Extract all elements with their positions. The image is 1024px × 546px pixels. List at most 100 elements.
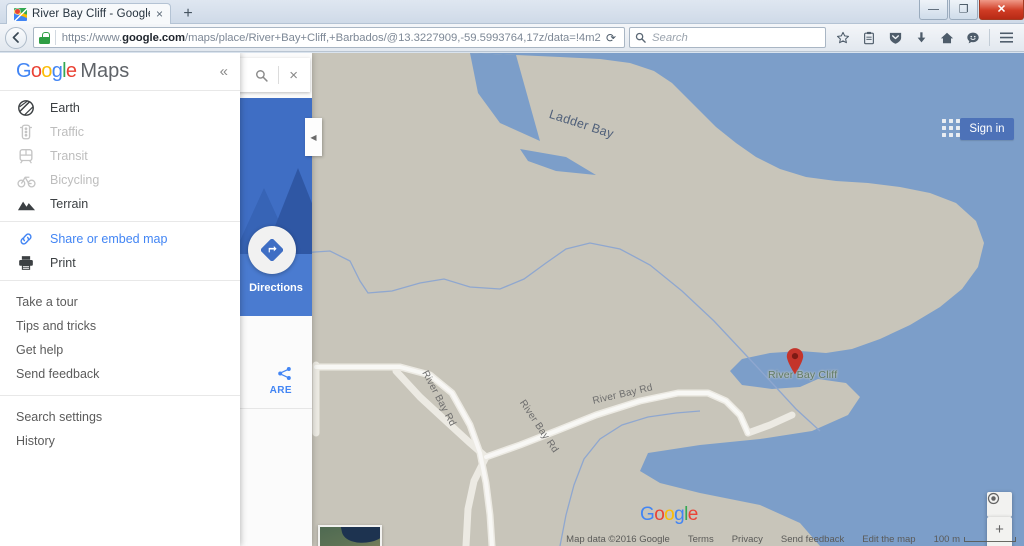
navigation-toolbar: https://www.google.com/maps/place/River+… bbox=[0, 24, 1024, 52]
menu-item-label: Print bbox=[50, 256, 76, 270]
transit-train-icon bbox=[16, 146, 36, 166]
toolbar-icons bbox=[830, 27, 1019, 49]
browser-search-box[interactable]: Search bbox=[629, 27, 826, 48]
footer-terms[interactable]: Terms bbox=[688, 534, 714, 545]
menu-group-layers: Earth Traffic Transit Bicycling Terrain bbox=[0, 91, 240, 222]
menu-item-label: Share or embed map bbox=[50, 232, 168, 246]
url-domain: google.com bbox=[122, 31, 185, 44]
scale-value: 100 m bbox=[933, 534, 960, 545]
menu-header: Google Maps « bbox=[0, 53, 240, 91]
menu-item-terrain[interactable]: Terrain bbox=[0, 192, 240, 216]
footer-privacy[interactable]: Privacy bbox=[732, 534, 763, 545]
minimize-icon: — bbox=[928, 3, 939, 15]
browser-tab[interactable]: River Bay Cliff - Google Ma... × bbox=[6, 3, 172, 24]
share-label: ARE bbox=[269, 384, 292, 396]
google-maps-logo: Google Maps bbox=[16, 60, 130, 82]
menu-item-get-help[interactable]: Get help bbox=[0, 338, 240, 362]
search-icon[interactable] bbox=[255, 69, 268, 82]
tab-title: River Bay Cliff - Google Ma... bbox=[32, 8, 150, 20]
menu-group-actions: Share or embed map Print bbox=[0, 222, 240, 281]
map-scale-bar: 100 m bbox=[934, 534, 1016, 545]
scale-line bbox=[964, 537, 1016, 542]
directions-icon bbox=[261, 239, 283, 261]
menu-hamburger-icon[interactable] bbox=[993, 27, 1019, 49]
google-maps-favicon-icon bbox=[14, 7, 27, 21]
back-button[interactable] bbox=[5, 26, 27, 49]
place-hero-image: Directions bbox=[240, 98, 312, 316]
link-chain-icon bbox=[16, 229, 36, 249]
map-marker-river-bay-cliff[interactable] bbox=[786, 347, 804, 375]
reading-list-icon[interactable] bbox=[856, 27, 882, 49]
browser-window: River Bay Cliff - Google Ma... × + — ❐ ✕… bbox=[0, 0, 1024, 546]
new-tab-button[interactable]: + bbox=[177, 4, 199, 24]
share-icon bbox=[278, 366, 291, 380]
sign-in-button[interactable]: Sign in bbox=[960, 118, 1014, 140]
menu-item-search-settings[interactable]: Search settings bbox=[0, 405, 240, 429]
collapse-panel-button[interactable]: ◀ bbox=[305, 118, 322, 156]
footer-edit-the-map[interactable]: Edit the map bbox=[862, 534, 915, 545]
feedback-smiley-icon[interactable] bbox=[960, 27, 986, 49]
place-details-panel[interactable]: × Directions ARE bbox=[240, 53, 312, 546]
menu-item-take-a-tour[interactable]: Take a tour bbox=[0, 290, 240, 314]
menu-group-settings: Search settings History bbox=[0, 396, 240, 462]
window-controls: — ❐ ✕ bbox=[918, 0, 1024, 21]
printer-icon bbox=[16, 253, 36, 273]
page-content: Ladder Bay River Bay Rd River Bay Rd Riv… bbox=[0, 53, 1024, 546]
search-placeholder: Search bbox=[652, 31, 688, 44]
bookmark-star-icon[interactable] bbox=[830, 27, 856, 49]
menu-item-tips-and-tricks[interactable]: Tips and tricks bbox=[0, 314, 240, 338]
menu-item-label: Traffic bbox=[50, 125, 85, 139]
locate-icon bbox=[987, 492, 1012, 517]
menu-item-label: Earth bbox=[50, 101, 80, 115]
menu-item-traffic[interactable]: Traffic bbox=[0, 120, 240, 144]
maps-main-menu: Google Maps « Earth Traffic Transit Bicy… bbox=[0, 53, 240, 546]
menu-item-label: Bicycling bbox=[50, 173, 100, 187]
menu-group-help: Take a tour Tips and tricks Get help Sen… bbox=[0, 281, 240, 396]
maximize-icon: ❐ bbox=[958, 3, 969, 15]
menu-item-label: Terrain bbox=[50, 197, 89, 211]
place-search-header: × bbox=[240, 58, 310, 92]
close-window-icon: ✕ bbox=[996, 3, 1007, 15]
close-window-button[interactable]: ✕ bbox=[979, 0, 1024, 20]
maximize-button[interactable]: ❐ bbox=[949, 0, 978, 20]
header-divider bbox=[278, 66, 280, 84]
directions-button[interactable] bbox=[248, 226, 296, 274]
minimize-button[interactable]: — bbox=[919, 0, 948, 20]
close-tab-icon[interactable]: × bbox=[155, 8, 164, 20]
pocket-shield-icon[interactable] bbox=[882, 27, 908, 49]
downloads-icon[interactable] bbox=[908, 27, 934, 49]
menu-item-history[interactable]: History bbox=[0, 429, 240, 453]
footer-send-feedback[interactable]: Send feedback bbox=[781, 534, 844, 545]
directions-label: Directions bbox=[249, 282, 303, 294]
url-bar[interactable]: https://www.google.com/maps/place/River+… bbox=[33, 27, 625, 48]
back-arrow-icon bbox=[12, 32, 19, 43]
url-text: https://www.google.com/maps/place/River+… bbox=[62, 32, 601, 44]
my-location-button[interactable] bbox=[987, 492, 1012, 517]
earth-icon bbox=[16, 98, 36, 118]
terrain-mountain-icon bbox=[16, 194, 36, 214]
menu-item-print[interactable]: Print bbox=[0, 251, 240, 275]
url-divider bbox=[55, 30, 56, 45]
title-bar: River Bay Cliff - Google Ma... × + — ❐ ✕ bbox=[0, 0, 1024, 24]
apps-grid-icon[interactable] bbox=[942, 119, 960, 137]
menu-item-bicycling[interactable]: Bicycling bbox=[0, 168, 240, 192]
share-action[interactable]: ARE bbox=[240, 353, 312, 409]
menu-item-transit[interactable]: Transit bbox=[0, 144, 240, 168]
reload-button[interactable]: ⟳ bbox=[601, 31, 621, 45]
clear-search-icon[interactable]: × bbox=[289, 68, 298, 83]
traffic-light-icon bbox=[16, 122, 36, 142]
url-prefix: https://www. bbox=[61, 31, 123, 44]
menu-item-earth[interactable]: Earth bbox=[0, 96, 240, 120]
footer-map-data: Map data ©2016 Google bbox=[566, 534, 670, 545]
map-pin-icon bbox=[786, 348, 804, 375]
secure-lock-icon bbox=[39, 31, 50, 44]
menu-item-send-feedback[interactable]: Send feedback bbox=[0, 362, 240, 386]
collapse-menu-button[interactable]: « bbox=[220, 64, 228, 79]
toolbar-divider bbox=[989, 29, 990, 46]
menu-item-label: Transit bbox=[50, 149, 88, 163]
google-watermark-logo: Google bbox=[640, 504, 698, 525]
maps-wordmark: Maps bbox=[80, 60, 130, 82]
home-icon[interactable] bbox=[934, 27, 960, 49]
menu-item-share-or-embed-map[interactable]: Share or embed map bbox=[0, 227, 240, 251]
search-icon bbox=[635, 32, 646, 43]
